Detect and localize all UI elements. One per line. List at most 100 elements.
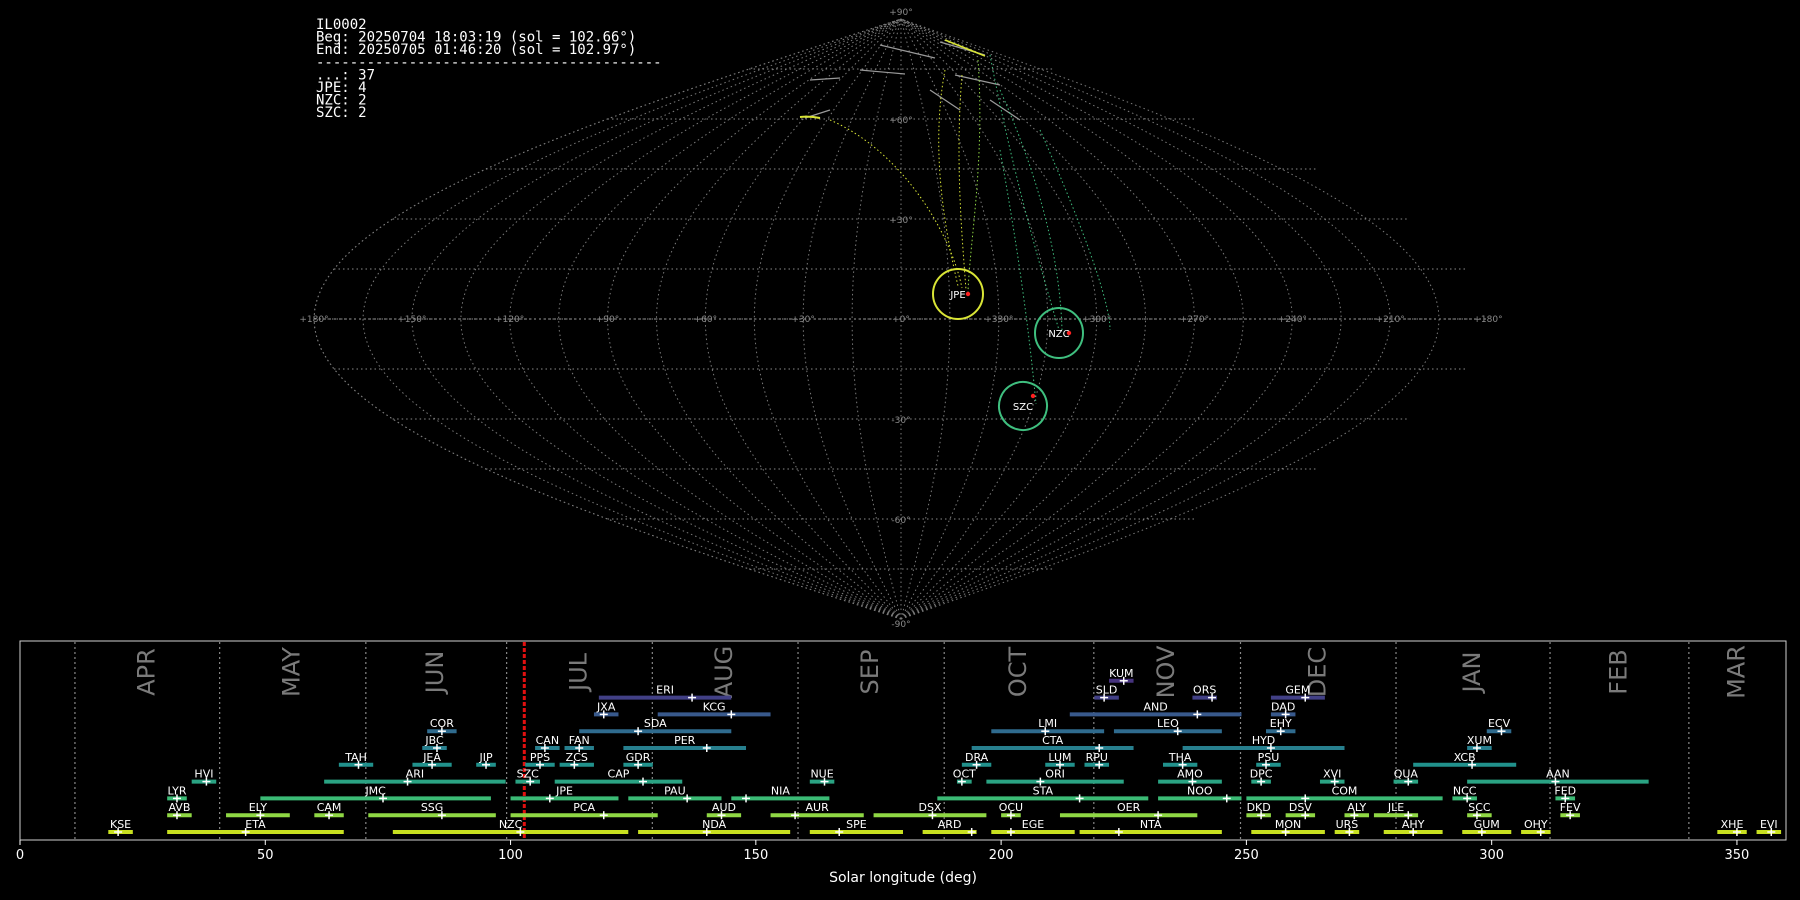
shower-label: EGE — [1022, 818, 1044, 831]
shower-label: RPU — [1086, 751, 1108, 764]
lon-label: +60° — [694, 315, 718, 325]
x-tick-label: 250 — [1234, 848, 1259, 863]
shower-label: GEM — [1285, 684, 1310, 697]
shower-label: NOO — [1187, 784, 1213, 797]
shower-label: MON — [1275, 818, 1301, 831]
shower-label: NDA — [702, 818, 727, 831]
shower-label: THA — [1168, 751, 1192, 764]
shower-label: KCG — [703, 700, 726, 713]
info-line: SZC: 2 — [316, 105, 367, 121]
shower-label: QUA — [1394, 768, 1419, 781]
shower-label: NIA — [771, 784, 790, 797]
shower-label: FED — [1554, 784, 1576, 797]
x-tick-label: 350 — [1725, 848, 1750, 863]
shower-label: STA — [1033, 784, 1054, 797]
shower-label: GDR — [626, 751, 651, 764]
month-label: SEP — [856, 650, 884, 695]
lat-label: +30° — [889, 216, 913, 226]
shower-label: OER — [1117, 801, 1141, 814]
month-label: OCT — [1004, 647, 1032, 698]
lon-label: +210° — [1376, 315, 1405, 325]
shower-label: ORS — [1193, 684, 1216, 697]
shower-label: KSE — [110, 818, 131, 831]
shower-label: FEV — [1560, 801, 1581, 814]
shower-label: OCU — [999, 801, 1023, 814]
shower-label: NZC — [499, 818, 523, 831]
shower-label: DSV — [1289, 801, 1312, 814]
shower-label: FAN — [569, 734, 590, 747]
x-tick-label: 300 — [1479, 848, 1504, 863]
radiant-point — [1030, 393, 1036, 399]
lat-label: +60° — [889, 116, 913, 126]
shower-label: GUM — [1474, 818, 1500, 831]
shower-label: NUE — [810, 768, 833, 781]
shower-label: SZC — [517, 768, 540, 781]
shower-label: DKD — [1247, 801, 1271, 814]
lon-label: +270° — [1180, 315, 1209, 325]
shower-label: PCA — [573, 801, 595, 814]
shower-label: PER — [674, 734, 696, 747]
month-label: APR — [132, 648, 160, 696]
radiant-point — [965, 291, 971, 297]
shower-label: ERI — [656, 684, 674, 697]
lon-label: +180° — [299, 315, 328, 325]
lon-label: +120° — [495, 315, 524, 325]
month-label: JAN — [1458, 651, 1486, 694]
lon-label: +150° — [397, 315, 426, 325]
shower-label: JIP — [478, 751, 492, 764]
x-axis-label: Solar longitude (deg) — [829, 870, 977, 886]
shower-label: OCT — [953, 768, 976, 781]
lat-label: -30° — [891, 416, 910, 426]
lat-label: -60° — [891, 516, 910, 526]
shower-label: ETA — [245, 818, 266, 831]
shower-label: PPS — [530, 751, 550, 764]
shower-label: AND — [1144, 700, 1168, 713]
month-label: FEB — [1604, 649, 1632, 694]
x-tick-label: 150 — [743, 848, 768, 863]
month-label: NOV — [1152, 645, 1180, 698]
month-label: JUN — [421, 651, 449, 696]
shower-label: EVI — [1760, 818, 1778, 831]
radiant-label: NZC — [1048, 329, 1069, 340]
shower-label: ZCS — [566, 751, 588, 764]
lon-label: +0° — [892, 315, 910, 325]
shower-label: DPC — [1250, 768, 1273, 781]
shower-label: OHY — [1524, 818, 1548, 831]
shower-label: SDA — [644, 717, 667, 730]
shower-label: AAN — [1546, 768, 1570, 781]
shower-label: CAM — [317, 801, 342, 814]
shower-label: ARD — [938, 818, 962, 831]
shower-label: LYR — [167, 784, 186, 797]
month-label: MAR — [1722, 645, 1750, 699]
shower-label: ARI — [406, 768, 424, 781]
shower-label: ELY — [249, 801, 268, 814]
shower-label: JXA — [596, 700, 616, 713]
shower-label: AUD — [712, 801, 736, 814]
lon-label: +330° — [984, 315, 1013, 325]
shower-label: LEO — [1157, 717, 1179, 730]
shower-label: JMC — [364, 784, 386, 797]
shower-label: ORI — [1045, 768, 1065, 781]
chart-root: +90° +60° +30° -30° -60° -90° +180° +150° +120° +… — [0, 0, 1800, 900]
shower-label: PSU — [1258, 751, 1280, 764]
shower-label: DSX — [918, 801, 941, 814]
shower-label: SCC — [1468, 801, 1491, 814]
lon-label: +180° — [1473, 315, 1502, 325]
shower-label: SSG — [421, 801, 444, 814]
shower-label: AMO — [1177, 768, 1203, 781]
shower-label: AVB — [168, 801, 190, 814]
month-label: MAY — [278, 647, 306, 697]
shower-label: JEA — [422, 751, 441, 764]
shower-label: LUM — [1048, 751, 1071, 764]
shower-label: CTA — [1042, 734, 1064, 747]
shower-label: PAU — [664, 784, 686, 797]
shower-label: XVI — [1323, 768, 1341, 781]
x-tick-label: 100 — [498, 848, 523, 863]
shower-label: XUM — [1467, 734, 1492, 747]
shower-label: ECV — [1488, 717, 1511, 730]
shower-label: TAH — [344, 751, 367, 764]
shower-label: LMI — [1038, 717, 1057, 730]
shower-label: XCB — [1454, 751, 1476, 764]
shower-label: ALY — [1347, 801, 1366, 814]
shower-label: XHE — [1721, 818, 1744, 831]
